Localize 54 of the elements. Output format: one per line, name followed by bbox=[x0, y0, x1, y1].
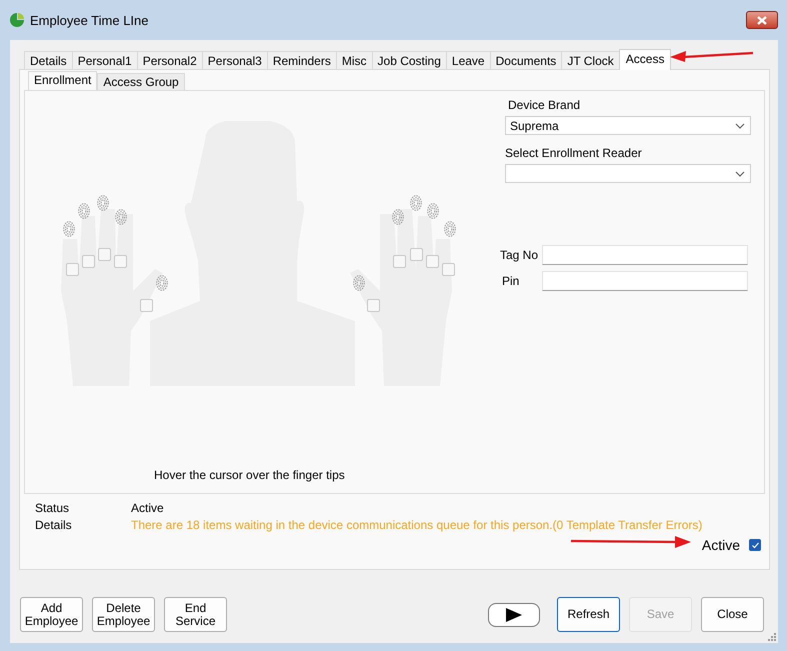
action-button[interactable]: End Service bbox=[164, 597, 227, 632]
action-button[interactable]: Close bbox=[701, 597, 764, 632]
input-field[interactable] bbox=[542, 245, 748, 265]
window-title: Employee Time LIne bbox=[30, 12, 149, 28]
fingerprint-icon[interactable] bbox=[427, 203, 439, 219]
input-field[interactable] bbox=[542, 271, 748, 291]
resize-grip-icon[interactable] bbox=[767, 632, 776, 641]
finger-checkbox[interactable] bbox=[410, 248, 423, 261]
fingerprint-icon[interactable] bbox=[353, 275, 365, 291]
finger-checkbox[interactable] bbox=[114, 255, 127, 268]
close-button[interactable] bbox=[746, 11, 778, 29]
tab[interactable]: Access bbox=[618, 49, 672, 70]
finger-checkbox[interactable] bbox=[367, 299, 380, 312]
fingerprint-icon[interactable] bbox=[444, 221, 456, 237]
action-button[interactable]: Add Employee bbox=[20, 597, 83, 632]
finger-checkbox[interactable] bbox=[393, 255, 406, 268]
chevron-down-icon bbox=[735, 170, 745, 176]
tab[interactable]: Enrollment bbox=[28, 71, 98, 90]
play-icon bbox=[505, 608, 523, 622]
field-label: Pin bbox=[501, 274, 520, 288]
close-icon bbox=[757, 16, 767, 24]
status-value: There are 18 items waiting in the device communications queue for this person.(0 Template Transfer Errors) bbox=[131, 518, 702, 532]
chevron-down-icon bbox=[735, 122, 745, 128]
fingerprint-icon[interactable] bbox=[392, 209, 404, 225]
fingerprint-icon[interactable] bbox=[410, 195, 422, 211]
fingerprint-icon[interactable] bbox=[78, 203, 90, 219]
active-checkbox[interactable] bbox=[749, 539, 761, 551]
status-label: Details bbox=[35, 518, 73, 532]
tab[interactable]: Access Group bbox=[97, 73, 185, 90]
play-button[interactable] bbox=[488, 602, 540, 626]
finger-checkbox[interactable] bbox=[66, 263, 79, 276]
fingerprint-icon[interactable] bbox=[97, 195, 109, 211]
finger-checkbox[interactable] bbox=[426, 255, 439, 268]
dropdown[interactable] bbox=[505, 164, 751, 183]
field-label: Device Brand bbox=[508, 98, 582, 112]
action-button[interactable]: Delete Employee bbox=[92, 597, 155, 632]
hint-text: Hover the cursor over the finger tips bbox=[154, 468, 345, 482]
action-button[interactable]: Refresh bbox=[557, 597, 620, 632]
fingerprint-icon[interactable] bbox=[156, 275, 168, 291]
finger-checkbox[interactable] bbox=[82, 255, 95, 268]
status-label: Status bbox=[35, 501, 70, 515]
tab[interactable]: Job Costing bbox=[372, 51, 447, 70]
finger-checkbox[interactable] bbox=[140, 299, 153, 312]
checkbox-label: Active bbox=[702, 537, 740, 553]
finger-checkbox[interactable] bbox=[98, 248, 111, 261]
fingerprint-icon[interactable] bbox=[115, 209, 127, 225]
tab[interactable]: Details bbox=[24, 51, 73, 70]
app-logo-icon bbox=[10, 13, 24, 27]
field-label: Tag No bbox=[499, 248, 540, 262]
field-label: Select Enrollment Reader bbox=[505, 146, 643, 160]
fingerprint-icon[interactable] bbox=[63, 221, 75, 237]
finger-checkbox[interactable] bbox=[442, 263, 455, 276]
status-value: Active bbox=[131, 501, 164, 515]
dropdown[interactable]: Suprema bbox=[505, 116, 751, 135]
